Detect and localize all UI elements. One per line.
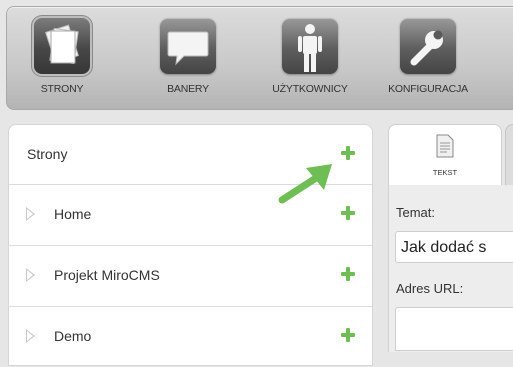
tab-next[interactable] [505,124,513,186]
add-subpage-button[interactable] [340,327,356,343]
url-label: Adres URL: [396,281,464,296]
toolbar-users-label: UŻYTKOWNICY [272,83,348,95]
subject-input[interactable]: Jak dodać s [395,231,513,263]
url-input[interactable] [395,307,513,351]
toolbar-settings-label: KONFIGURACJA [388,83,468,95]
add-subpage-button[interactable] [340,205,356,221]
add-subpage-button[interactable] [340,266,356,282]
page-item-label[interactable]: Projekt MiroCMS [54,267,160,283]
hint-arrow-icon [278,164,332,204]
expand-icon[interactable] [26,268,35,282]
subject-label: Temat: [396,205,436,220]
toolbar-pages-label: STRONY [40,83,84,95]
user-icon [282,18,338,74]
pages-icon [34,18,90,74]
speech-bubble-icon [160,18,216,74]
page-item-label[interactable]: Home [54,206,91,222]
expand-icon[interactable] [26,207,35,221]
toolbar-banners-label: BANERY [167,83,209,95]
document-icon [436,134,454,158]
expand-icon[interactable] [26,329,35,343]
toolbar-settings-button[interactable]: KONFIGURACJA [373,15,483,107]
add-root-page-button[interactable] [340,145,356,161]
editor-tabs: TEKST [388,124,513,187]
tab-text[interactable]: TEKST [388,124,502,187]
tab-text-label: TEKST [432,168,458,177]
main-toolbar: STRONY BANERY UŻYTKOWNICY KONFIGURACJA [6,6,513,110]
toolbar-users-button[interactable]: UŻYTKOWNICY [255,15,365,107]
toolbar-banners-button[interactable]: BANERY [133,15,243,107]
wrench-icon [400,18,456,74]
list-item[interactable]: Demo [9,307,372,367]
editor-form: Temat: Jak dodać s Adres URL: [388,185,513,352]
pages-panel-title: Strony [27,146,68,162]
toolbar-pages-button[interactable]: STRONY [7,15,117,107]
page-item-label[interactable]: Demo [54,328,91,344]
list-item[interactable]: Projekt MiroCMS [9,246,372,307]
